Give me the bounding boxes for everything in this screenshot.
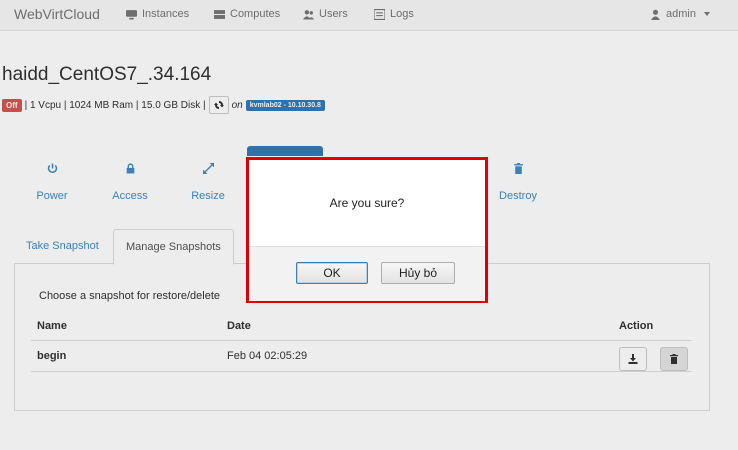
dialog-footer: OK Hủy bỏ	[249, 246, 485, 301]
cancel-button[interactable]: Hủy bỏ	[381, 262, 455, 284]
confirm-dialog: Are you sure? OK Hủy bỏ	[246, 157, 488, 303]
ok-button[interactable]: OK	[296, 262, 368, 284]
dialog-message: Are you sure?	[329, 196, 405, 210]
